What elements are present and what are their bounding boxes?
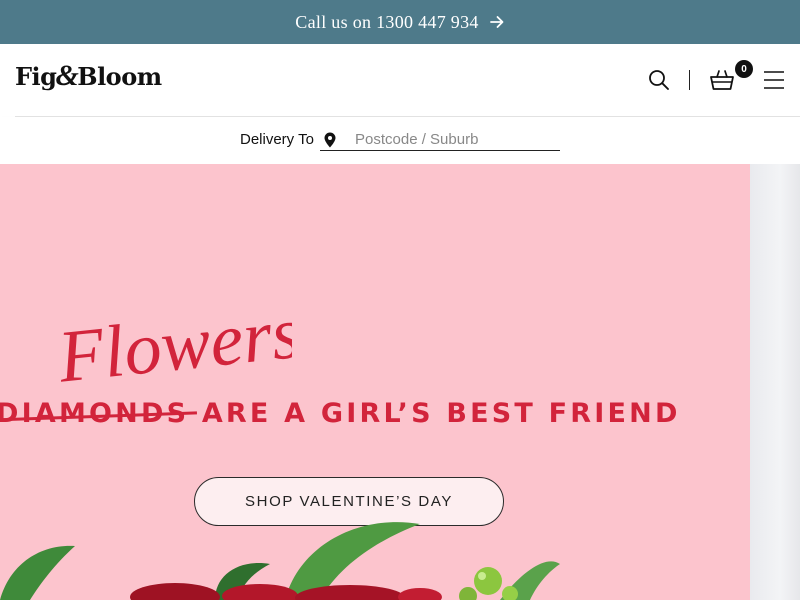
cart-count-badge[interactable]: 0 xyxy=(735,60,753,78)
search-icon[interactable] xyxy=(648,69,670,91)
hero-tagline: DIAMONDS ARE A GIRL’S BEST FRIEND xyxy=(0,398,681,429)
cart-icon[interactable] xyxy=(709,68,735,92)
bouquet-illustration xyxy=(0,522,560,600)
announcement-bar[interactable]: Call us on 1300 447 934 xyxy=(0,0,800,44)
menu-icon[interactable] xyxy=(763,70,785,90)
site-header: Fig & Bloom 0 xyxy=(0,44,800,116)
logo-ampersand: & xyxy=(55,59,79,92)
announcement-text[interactable]: Call us on 1300 447 934 xyxy=(295,12,478,33)
script-word-flowers: Flowers xyxy=(54,292,292,394)
tagline-text: ARE A GIRL’S BEST FRIEND xyxy=(189,398,681,429)
hero-banner[interactable]: Flowers DIAMONDS ARE A GIRL’S BEST FRIEN… xyxy=(0,164,750,600)
postcode-suburb-input[interactable] xyxy=(355,131,555,148)
delivery-label: Delivery To xyxy=(240,131,314,148)
logo-text-bloom: Bloom xyxy=(77,61,162,91)
hero-next-slide-edge xyxy=(750,164,800,600)
delivery-bar: Delivery To xyxy=(0,117,800,164)
struck-word: DIAMONDS xyxy=(0,398,189,429)
arrow-right-icon xyxy=(489,16,504,28)
header-divider xyxy=(689,70,690,90)
logo-text-fig: Fig xyxy=(15,61,57,91)
logo[interactable]: Fig & Bloom xyxy=(15,58,162,94)
script-heading: Flowers xyxy=(54,292,292,394)
location-pin-icon xyxy=(324,132,336,147)
delivery-location-field[interactable] xyxy=(320,129,560,151)
